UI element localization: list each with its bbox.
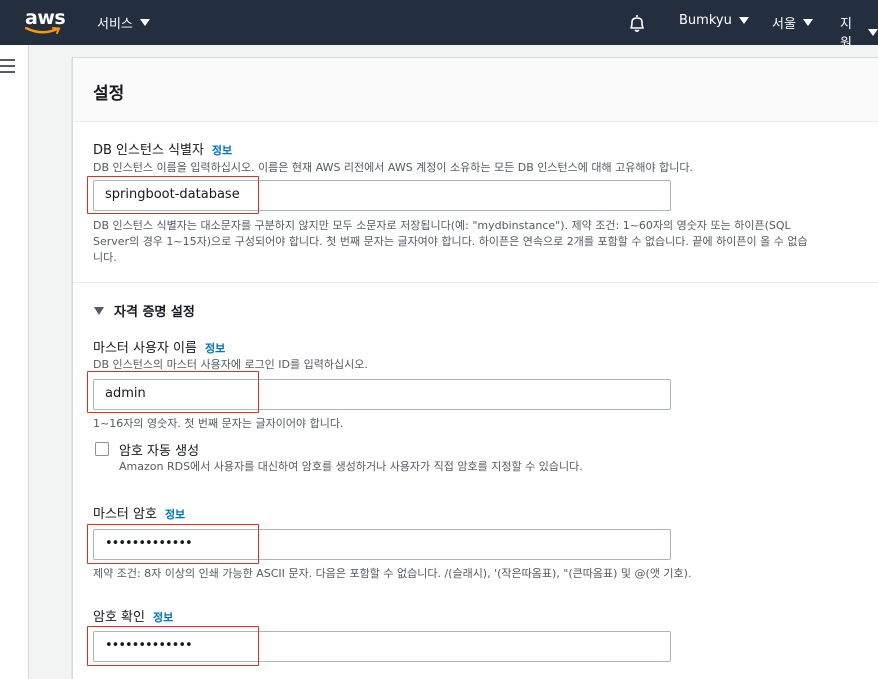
region-menu[interactable]: 서울 <box>772 13 813 32</box>
db-identifier-description: DB 인스턴스 이름을 입력하십시오. 이름은 현재 AWS 리전에서 AWS … <box>93 161 693 174</box>
highlight-box <box>87 626 259 666</box>
db-identifier-label: DB 인스턴스 식별자 정보 <box>93 139 232 158</box>
master-username-info-link[interactable]: 정보 <box>205 342 225 355</box>
section-divider <box>73 282 878 283</box>
aws-logo[interactable]: aws <box>25 7 66 37</box>
chevron-down-icon <box>868 28 878 36</box>
db-identifier-constraint-line: Server의 경우 1~15자)으로 구성되어야 합니다. 첫 번째 문자는 … <box>93 235 808 248</box>
master-username-label: 마스터 사용자 이름 정보 <box>93 337 225 356</box>
support-menu[interactable]: 지원 <box>840 13 878 51</box>
left-rail <box>0 45 29 679</box>
master-password-label-text: 마스터 암호 <box>93 507 157 522</box>
bell-icon[interactable] <box>627 13 647 37</box>
region-label: 서울 <box>772 17 796 32</box>
highlight-box <box>87 524 259 564</box>
chevron-down-icon <box>139 19 150 26</box>
support-label: 지원 <box>840 17 852 51</box>
db-identifier-info-link[interactable]: 정보 <box>212 144 232 157</box>
chevron-down-icon <box>738 17 749 24</box>
master-password-info-link[interactable]: 정보 <box>165 508 185 521</box>
confirm-password-info-link[interactable]: 정보 <box>153 611 173 624</box>
aws-smile-icon <box>25 27 61 34</box>
auto-generate-password-checkbox[interactable] <box>95 442 109 456</box>
db-identifier-label-text: DB 인스턴스 식별자 <box>93 143 204 158</box>
auto-generate-password-label[interactable]: 암호 자동 생성 <box>119 440 199 459</box>
hamburger-menu-icon[interactable] <box>0 59 15 77</box>
db-identifier-constraint-line: 니다. <box>93 251 117 264</box>
chevron-down-icon <box>802 19 813 26</box>
top-nav: aws 서비스 Bumkyu 서울 지원 <box>0 0 878 51</box>
master-username-label-text: 마스터 사용자 이름 <box>93 341 197 356</box>
master-username-constraint: 1~16자의 영숫자. 첫 번째 문자는 글자이어야 합니다. <box>93 417 344 430</box>
user-menu[interactable]: Bumkyu <box>679 13 749 28</box>
panel-title: 설정 <box>93 84 125 104</box>
aws-logo-text: aws <box>25 7 66 29</box>
credentials-section-title: 자격 증명 설정 <box>114 305 195 320</box>
services-menu[interactable]: 서비스 <box>97 13 150 32</box>
settings-panel: 설정 DB 인스턴스 식별자 정보 DB 인스턴스 이름을 입력하십시오. 이름은… <box>72 57 878 679</box>
services-label: 서비스 <box>97 17 133 32</box>
panel-header: 설정 <box>73 58 878 122</box>
master-password-label: 마스터 암호 정보 <box>93 503 185 522</box>
confirm-password-label-text: 암호 확인 <box>93 610 145 625</box>
master-password-constraint: 제약 조건: 8자 이상의 인쇄 가능한 ASCII 문자. 다음은 포함할 수… <box>93 567 692 580</box>
credentials-section-toggle[interactable]: 자격 증명 설정 <box>94 301 195 320</box>
db-identifier-constraint: DB 인스턴스 식별자는 대소문자를 구분하지 않지만 모두 소문자로 저장됩니… <box>93 218 878 266</box>
confirm-password-label: 암호 확인 정보 <box>93 606 173 625</box>
highlight-box <box>87 371 259 413</box>
caret-down-icon <box>94 306 104 315</box>
highlight-box <box>87 176 259 214</box>
auto-generate-password-description: Amazon RDS에서 사용자를 대신하여 암호를 생성하거나 사용자가 직접… <box>119 460 583 473</box>
user-label: Bumkyu <box>679 13 732 28</box>
db-identifier-constraint-line: DB 인스턴스 식별자는 대소문자를 구분하지 않지만 모두 소문자로 저장됩니… <box>93 219 791 232</box>
